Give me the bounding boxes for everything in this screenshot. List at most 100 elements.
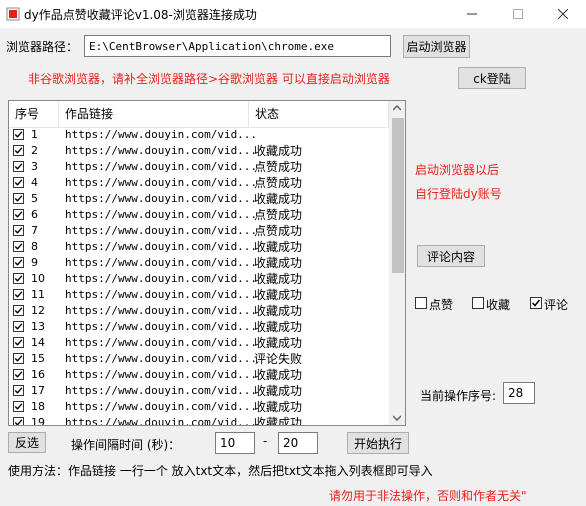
minimize-button[interactable] (449, 0, 495, 28)
checkmark-icon (14, 307, 23, 314)
row-checkbox[interactable] (13, 161, 24, 172)
list-row[interactable]: 11 https://www.douyin.com/vid... 收藏成功 (9, 287, 389, 303)
row-status: 收藏成功 (254, 192, 303, 206)
works-list[interactable]: 序号 作品链接 状态 1 https://www.douyin.com/vid..… (8, 100, 406, 426)
interval-min-input[interactable]: 10 (215, 432, 255, 454)
row-checkbox[interactable] (13, 417, 24, 425)
row-checkbox[interactable] (13, 241, 24, 252)
current-index-input[interactable]: 28 (503, 382, 535, 404)
row-checkbox[interactable] (13, 321, 24, 332)
checkmark-icon (14, 243, 23, 250)
row-link: https://www.douyin.com/vid... (65, 144, 258, 157)
list-header: 序号 作品链接 状态 (9, 101, 389, 128)
row-checkbox[interactable] (13, 145, 24, 156)
column-header-link[interactable]: 作品链接 (59, 101, 249, 127)
browser-path-input[interactable]: E:\CentBrowser\Application\chrome.exe (84, 35, 391, 57)
row-number: 5 (31, 192, 38, 205)
like-checkbox[interactable]: 点赞 (415, 294, 460, 312)
row-number: 4 (31, 176, 38, 189)
collect-checkbox-box[interactable] (472, 297, 484, 309)
row-checkbox[interactable] (13, 385, 24, 396)
row-number: 15 (31, 352, 45, 365)
checkmark-icon (14, 163, 23, 170)
row-checkbox[interactable] (13, 369, 24, 380)
row-checkbox[interactable] (13, 209, 24, 220)
close-icon (558, 9, 568, 19)
list-row[interactable]: 5 https://www.douyin.com/vid... 收藏成功 (9, 191, 389, 207)
scroll-down-arrow-icon[interactable] (393, 415, 401, 421)
row-status: 点赞成功 (254, 224, 303, 238)
interval-label: 操作间隔时间 (秒)： (71, 438, 181, 452)
row-checkbox[interactable] (13, 353, 24, 364)
checkmark-icon (14, 131, 23, 138)
list-row[interactable]: 6 https://www.douyin.com/vid... 点赞成功 (9, 207, 389, 223)
row-number: 2 (31, 144, 38, 157)
list-row[interactable]: 14 https://www.douyin.com/vid... 收藏成功 (9, 335, 389, 351)
interval-max-input[interactable]: 20 (278, 432, 318, 454)
list-row[interactable]: 3 https://www.douyin.com/vid... 点赞成功 (9, 159, 389, 175)
row-checkbox[interactable] (13, 177, 24, 188)
row-link: https://www.douyin.com/vid... (65, 208, 258, 221)
row-link: https://www.douyin.com/vid... (65, 368, 258, 381)
minimize-icon (467, 13, 477, 15)
like-checkbox-box[interactable] (415, 297, 427, 309)
list-rows: 1 https://www.douyin.com/vid... 2 https://w… (9, 127, 389, 426)
launch-browser-button[interactable]: 启动浏览器 (403, 35, 470, 58)
row-checkbox[interactable] (13, 337, 24, 348)
row-checkbox[interactable] (13, 289, 24, 300)
column-header-status[interactable]: 状态 (249, 101, 389, 127)
collect-label: 收藏 (486, 298, 511, 312)
comment-content-button[interactable]: 评论内容 (417, 245, 485, 267)
row-status: 收藏成功 (254, 368, 303, 382)
row-checkbox[interactable] (13, 257, 24, 268)
list-row[interactable]: 16 https://www.douyin.com/vid... 收藏成功 (9, 367, 389, 383)
list-row[interactable]: 12 https://www.douyin.com/vid... 收藏成功 (9, 303, 389, 319)
row-checkbox[interactable] (13, 401, 24, 412)
list-row[interactable]: 10 https://www.douyin.com/vid... 收藏成功 (9, 271, 389, 287)
start-button[interactable]: 开始执行 (347, 432, 409, 454)
like-label: 点赞 (429, 298, 454, 312)
checkmark-icon (14, 147, 23, 154)
row-status: 收藏成功 (254, 272, 303, 286)
list-row[interactable]: 1 https://www.douyin.com/vid... (9, 127, 389, 143)
comment-checkbox-box[interactable] (530, 297, 542, 309)
column-header-number[interactable]: 序号 (9, 101, 59, 127)
list-row[interactable]: 17 https://www.douyin.com/vid... 收藏成功 (9, 383, 389, 399)
list-row[interactable]: 19 https://www.douyin.com/vid... 收藏成功 (9, 415, 389, 426)
scrollbar-thumb[interactable] (392, 118, 404, 273)
row-number: 13 (31, 320, 45, 333)
invert-selection-button[interactable]: 反选 (8, 432, 46, 453)
checkmark-icon (14, 211, 23, 218)
checkmark-icon (14, 227, 23, 234)
row-link: https://www.douyin.com/vid... (65, 192, 258, 205)
row-number: 9 (31, 256, 38, 269)
row-status: 收藏成功 (254, 304, 303, 318)
list-row[interactable]: 18 https://www.douyin.com/vid... 收藏成功 (9, 399, 389, 415)
row-status: 收藏成功 (254, 416, 303, 426)
ck-login-button[interactable]: ck登陆 (458, 67, 526, 89)
list-row[interactable]: 15 https://www.douyin.com/vid... 评论失败 (9, 351, 389, 367)
list-row[interactable]: 4 https://www.douyin.com/vid... 点赞成功 (9, 175, 389, 191)
row-checkbox[interactable] (13, 193, 24, 204)
comment-checkbox[interactable]: 评论 (530, 294, 575, 312)
row-checkbox[interactable] (13, 273, 24, 284)
window-title: dy作品点赞收藏评论v1.08-浏览器连接成功 (24, 8, 257, 22)
current-index-label: 当前操作序号: (420, 389, 497, 403)
list-row[interactable]: 9 https://www.douyin.com/vid... 收藏成功 (9, 255, 389, 271)
row-status: 评论失败 (254, 352, 303, 366)
row-checkbox[interactable] (13, 305, 24, 316)
usage-instructions: 使用方法：作品链接 一行一个 放入txt文本，然后把txt文本拖入列表框即可导入 (8, 464, 433, 478)
list-row[interactable]: 2 https://www.douyin.com/vid... 收藏成功 (9, 143, 389, 159)
list-row[interactable]: 8 https://www.douyin.com/vid... 收藏成功 (9, 239, 389, 255)
list-row[interactable]: 13 https://www.douyin.com/vid... 收藏成功 (9, 319, 389, 335)
row-number: 16 (31, 368, 45, 381)
list-row[interactable]: 7 https://www.douyin.com/vid... 点赞成功 (9, 223, 389, 239)
row-checkbox[interactable] (13, 225, 24, 236)
close-button[interactable] (540, 0, 586, 28)
checkmark-icon (14, 291, 23, 298)
collect-checkbox[interactable]: 收藏 (472, 294, 517, 312)
row-link: https://www.douyin.com/vid... (65, 256, 258, 269)
maximize-button[interactable] (495, 0, 541, 28)
scroll-up-arrow-icon[interactable] (393, 105, 401, 111)
row-checkbox[interactable] (13, 129, 24, 140)
